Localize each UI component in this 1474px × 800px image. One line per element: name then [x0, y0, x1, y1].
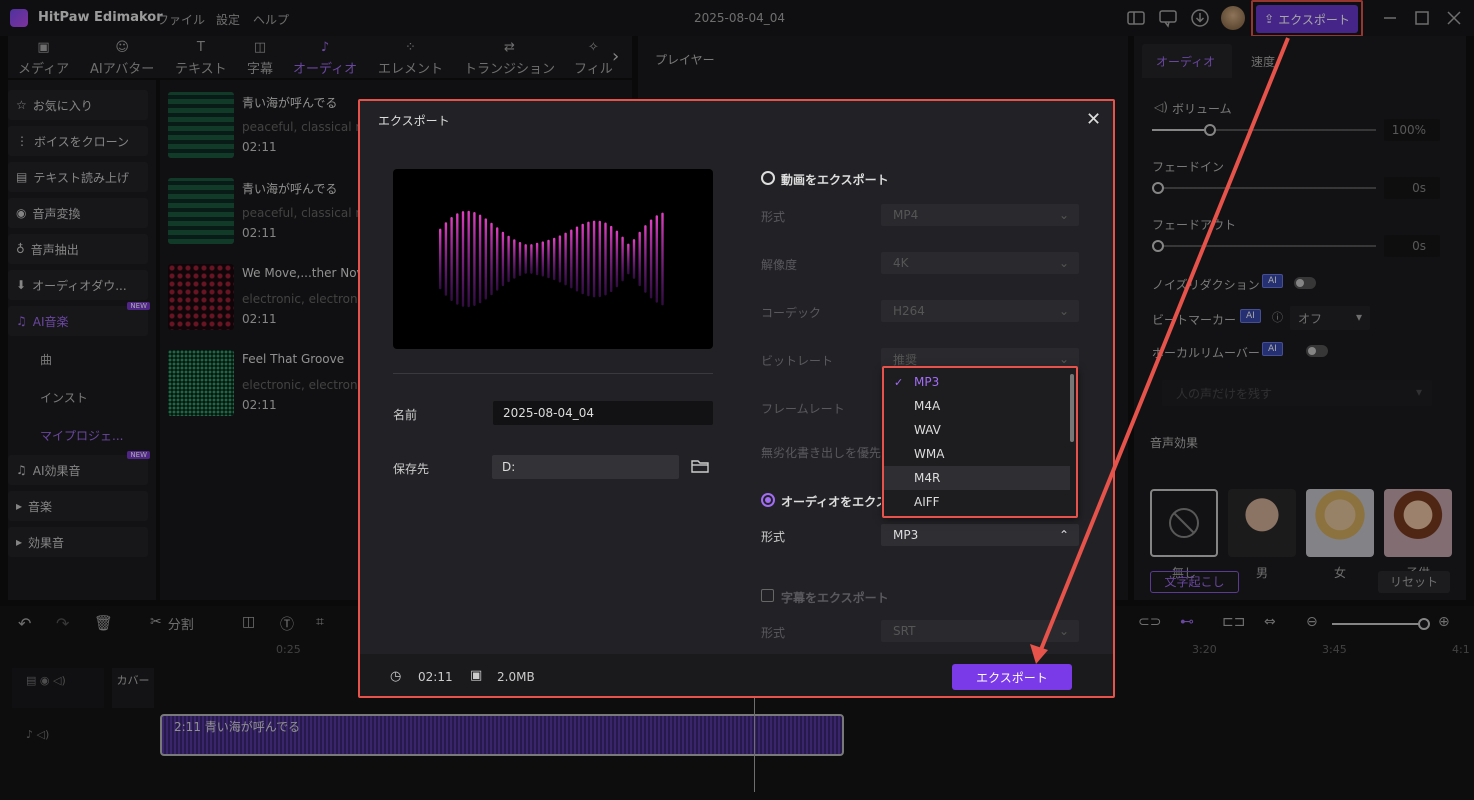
annotation-arrow [1030, 37, 1290, 664]
